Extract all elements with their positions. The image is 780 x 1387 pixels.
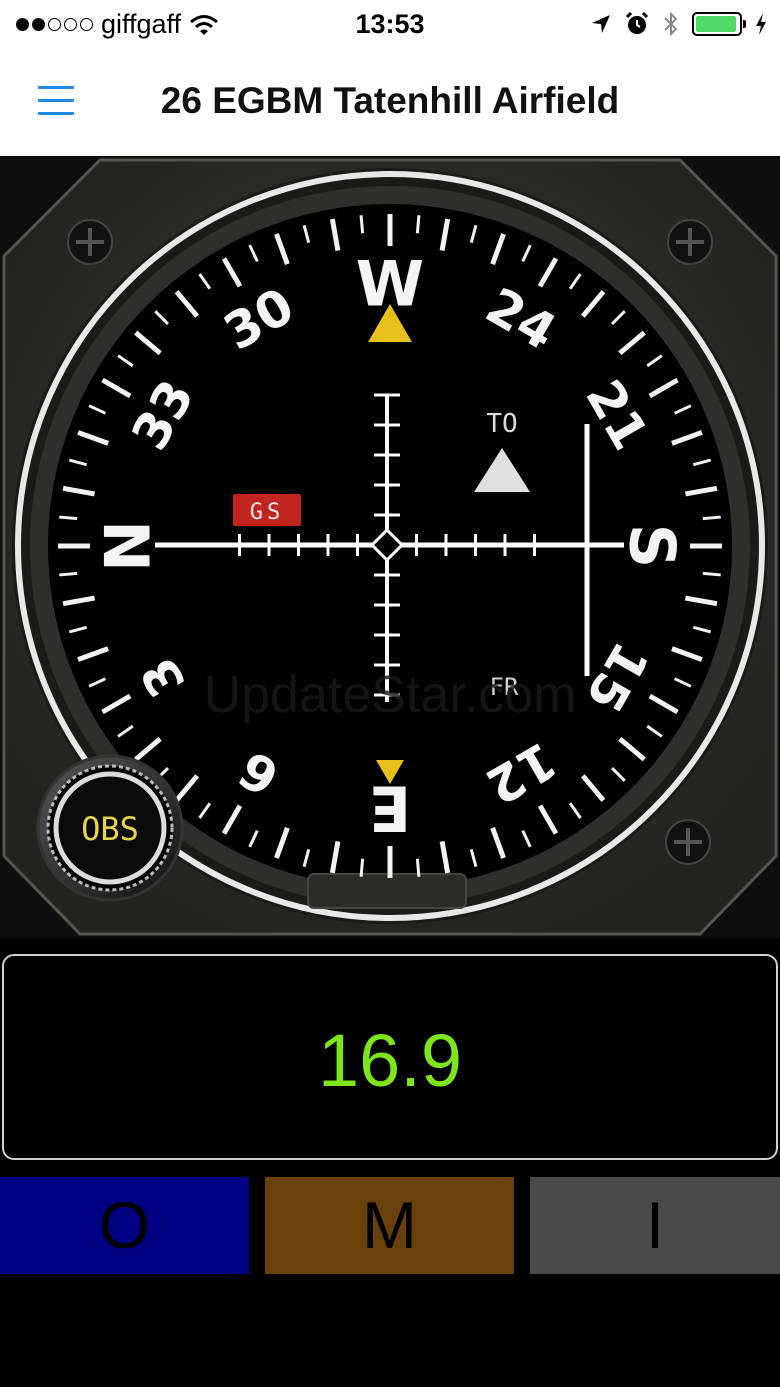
- vor-indicator: W 24 21 S 15 12 E 6 3 N 33 30 TO FR GS UpdateStar.c…: [0, 156, 780, 938]
- status-bar: giffgaff 13:53: [0, 0, 780, 52]
- location-arrow-icon: [592, 15, 610, 33]
- to-flag-label: TO: [486, 409, 517, 439]
- navigation-bar: 26 EGBM Tatenhill Airfield: [0, 52, 780, 156]
- compass-tick: [415, 858, 421, 877]
- screw-icon: [667, 219, 713, 265]
- compass-tick: [59, 515, 78, 521]
- outer-marker-label: O: [98, 1188, 151, 1262]
- compass-label: N: [92, 520, 165, 572]
- inner-marker-label: I: [645, 1188, 665, 1262]
- readout-value: 16.9: [317, 1019, 463, 1102]
- battery-fill: [696, 16, 736, 32]
- page-title: 26 EGBM Tatenhill Airfield: [160, 80, 620, 121]
- battery-icon: [692, 12, 746, 36]
- status-right: [590, 10, 768, 38]
- compass-tick: [702, 515, 721, 521]
- compass-tick: [359, 858, 365, 877]
- vor-gauge: W 2421S1512E63N3330 TO FR GS UpdateStar.c…: [2, 158, 778, 936]
- watermark: UpdateStar.com: [204, 666, 577, 724]
- outer-marker-button[interactable]: O: [0, 1177, 249, 1274]
- dial-notch: [307, 873, 467, 909]
- compass-tick: [359, 215, 365, 234]
- middle-marker-label: M: [362, 1188, 417, 1262]
- screw-icon: [67, 219, 113, 265]
- compass-tick: [415, 215, 421, 234]
- obs-knob[interactable]: OBS: [36, 754, 184, 902]
- middle-marker-button[interactable]: M: [265, 1177, 514, 1274]
- screw-icon: [665, 819, 711, 865]
- compass-tick: [702, 571, 721, 577]
- gs-flag-label: GS: [250, 500, 285, 525]
- distance-readout: 16.9: [2, 954, 778, 1160]
- inner-marker-button[interactable]: I: [530, 1177, 780, 1274]
- compass-label: S: [616, 524, 689, 569]
- charging-bolt-icon: [756, 13, 766, 35]
- alarm-clock-icon: [625, 11, 649, 34]
- compass-tick: [59, 571, 78, 577]
- bluetooth-icon: [664, 11, 678, 37]
- obs-knob-label: OBS: [81, 810, 139, 848]
